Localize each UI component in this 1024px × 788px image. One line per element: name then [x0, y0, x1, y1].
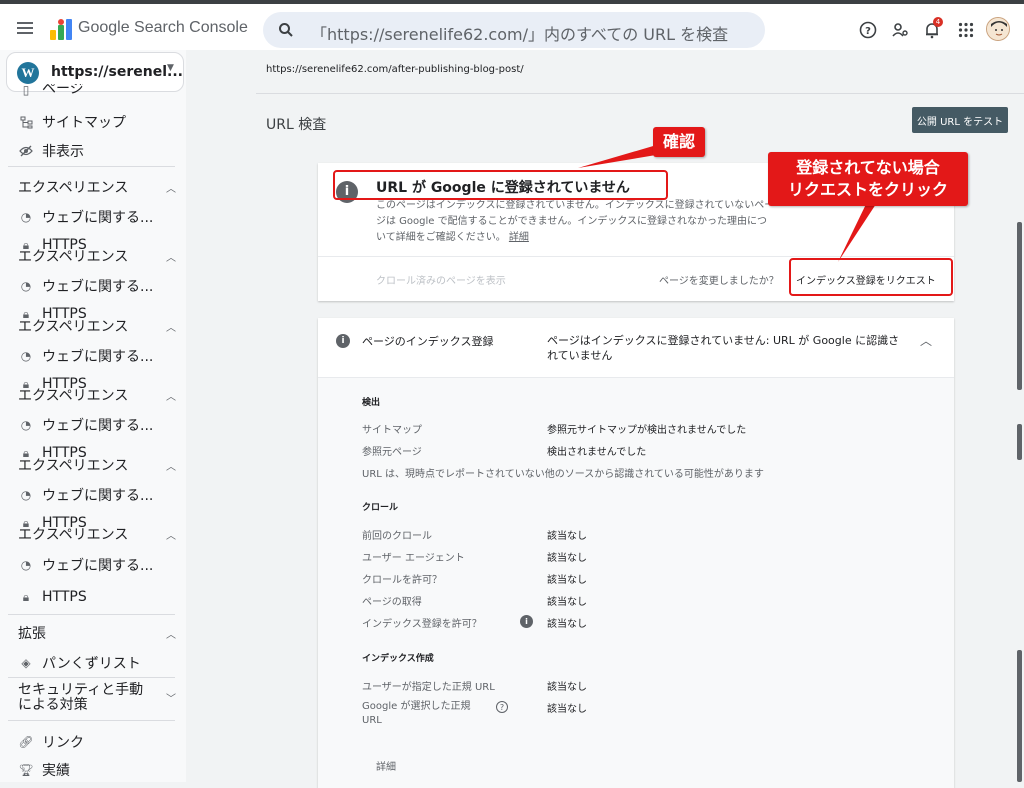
annotation-arrows [578, 144, 876, 262]
request-callout: 登録されてない場合 リクエストをクリック [768, 152, 968, 206]
confirm-callout: 確認 [653, 127, 705, 157]
